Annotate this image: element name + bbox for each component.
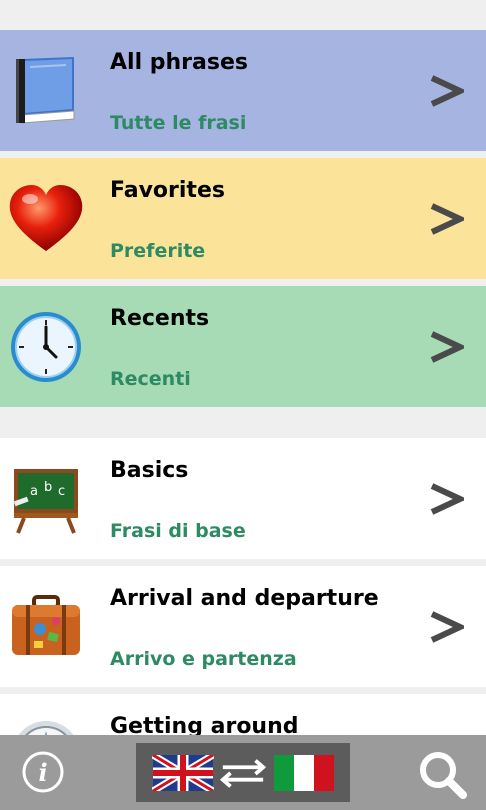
category-subtitle: Frasi di base xyxy=(110,520,246,542)
category-list: All phrases Tutte le frasi Favorites Pre… xyxy=(0,0,486,735)
category-title: Basics xyxy=(110,458,189,483)
category-subtitle: Preferite xyxy=(110,240,206,262)
chevron-right-icon xyxy=(430,202,464,235)
category-subtitle: Tutte le frasi xyxy=(110,112,247,134)
category-title: All phrases xyxy=(110,50,248,75)
info-icon[interactable]: i xyxy=(21,750,65,794)
chevron-right-icon xyxy=(430,610,464,643)
suitcase-icon xyxy=(12,594,80,655)
svg-text:c: c xyxy=(58,484,65,499)
svg-text:b: b xyxy=(44,480,52,495)
heart-icon xyxy=(9,184,83,251)
category-title: Getting around xyxy=(110,714,299,735)
book-icon xyxy=(16,56,75,124)
category-row-arrival-departure[interactable]: Arrival and departure Arrivo e partenza xyxy=(0,566,486,687)
clock-icon xyxy=(11,311,81,382)
category-row-recents[interactable]: Recents Recenti xyxy=(0,286,486,407)
category-title: Favorites xyxy=(110,178,225,203)
category-row-favorites[interactable]: Favorites Preferite xyxy=(0,158,486,279)
info-glyph: i xyxy=(38,758,47,787)
bottom-app-bar: i xyxy=(0,735,486,810)
search-icon[interactable] xyxy=(417,749,467,799)
language-switch-button[interactable] xyxy=(136,743,350,802)
chalkboard-icon: a b c xyxy=(13,468,78,534)
chevron-right-icon xyxy=(430,330,464,363)
chevron-right-icon xyxy=(430,74,464,107)
swap-arrows-icon xyxy=(219,759,267,788)
category-subtitle: Arrivo e partenza xyxy=(110,648,297,670)
category-row-getting-around[interactable]: Getting around xyxy=(0,694,486,735)
category-row-all-phrases[interactable]: All phrases Tutte le frasi xyxy=(0,30,486,151)
compass-icon xyxy=(18,720,74,735)
category-row-basics[interactable]: a b c Basics Frasi di base xyxy=(0,438,486,559)
uk-flag-icon xyxy=(152,755,214,791)
svg-text:a: a xyxy=(30,484,38,499)
category-title: Arrival and departure xyxy=(110,586,379,611)
italy-flag-icon xyxy=(274,755,334,791)
chevron-right-icon xyxy=(430,482,464,515)
category-title: Recents xyxy=(110,306,210,331)
category-subtitle: Recenti xyxy=(110,368,191,390)
